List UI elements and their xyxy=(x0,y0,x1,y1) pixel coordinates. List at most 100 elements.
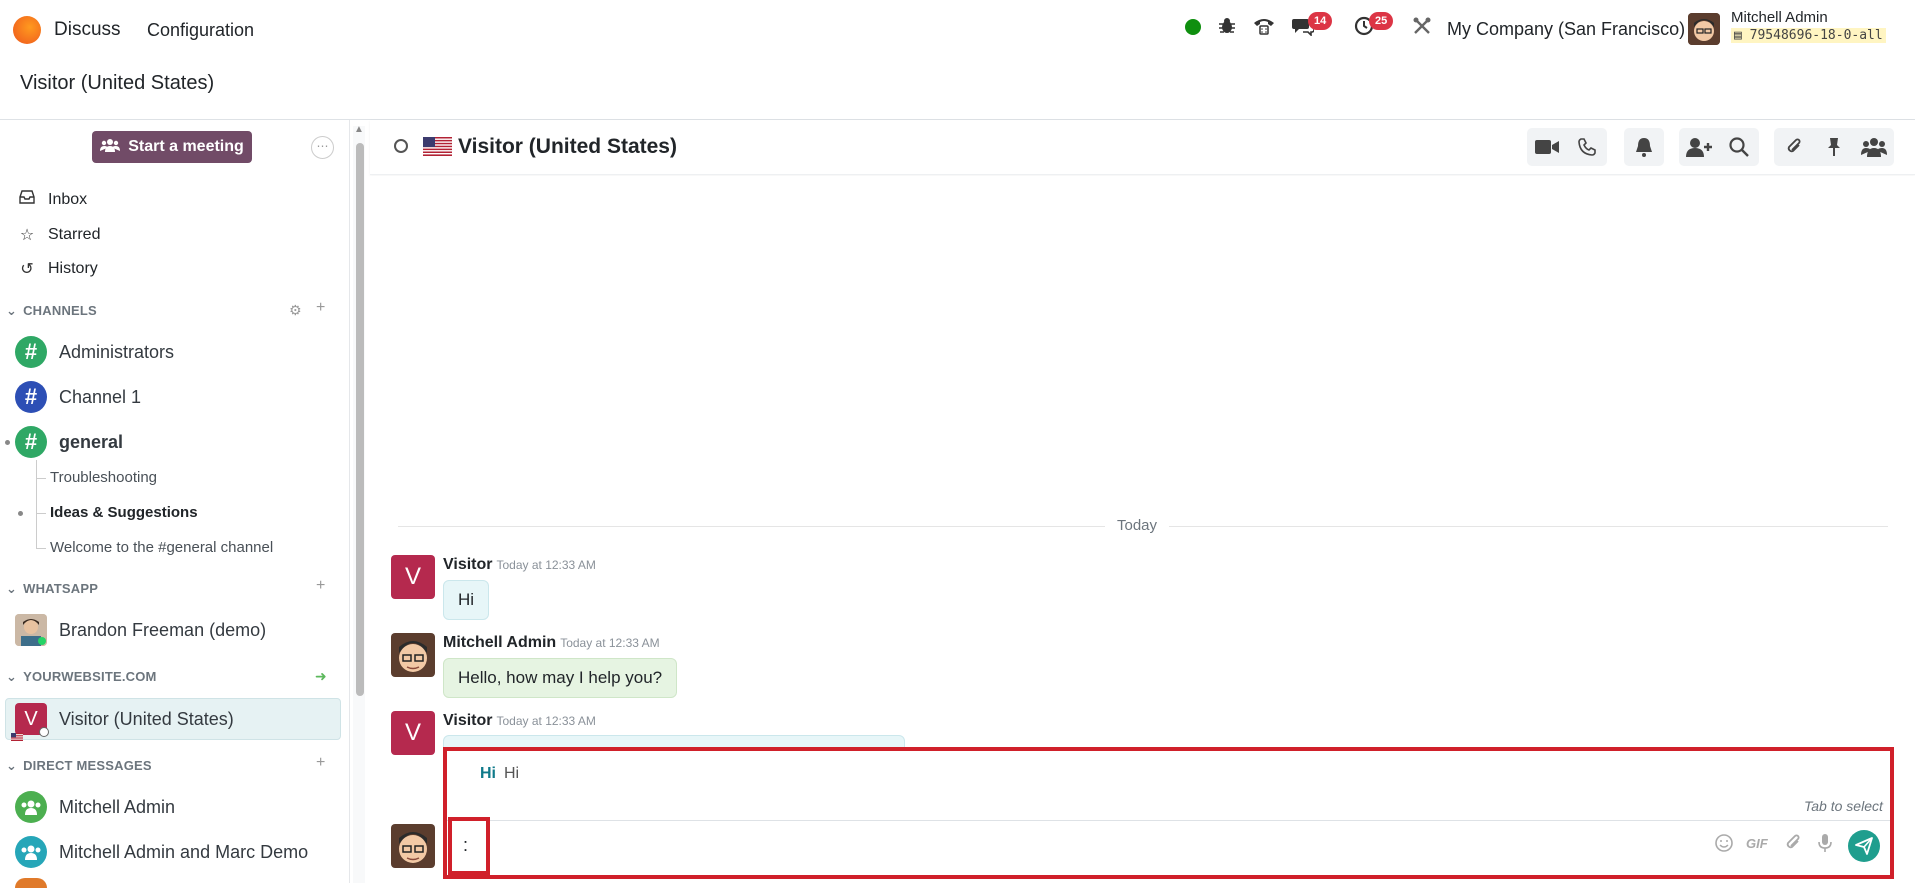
user-avatar[interactable] xyxy=(1688,13,1720,45)
contact-avatar xyxy=(15,614,47,646)
scroll-up-arrow-icon[interactable]: ▲ xyxy=(354,124,364,135)
section-title: CHANNELS xyxy=(23,303,97,318)
more-options-icon[interactable]: ⋯ xyxy=(311,136,334,159)
messages-count-badge: 14 xyxy=(1308,12,1333,30)
channel-item-administrators[interactable]: # Administrators xyxy=(15,336,174,368)
status-online-icon[interactable] xyxy=(1185,19,1201,35)
thread-title[interactable]: Visitor (United States) xyxy=(458,135,677,159)
tree-tick xyxy=(36,478,46,479)
notification-button-group xyxy=(1624,128,1664,166)
channel-item-general[interactable]: # general xyxy=(15,426,123,458)
add-whatsapp-plus-icon[interactable]: + xyxy=(316,577,325,595)
menu-configuration[interactable]: Configuration xyxy=(147,20,254,41)
suggestion-shortcut: Hi xyxy=(480,765,496,782)
sub-channel-welcome[interactable]: Welcome to the #general channel xyxy=(50,539,273,556)
users-group-icon xyxy=(15,836,47,868)
send-icon[interactable] xyxy=(1848,830,1880,862)
thread-actions-group xyxy=(1774,128,1894,166)
whatsapp-contact-item[interactable]: Brandon Freeman (demo) xyxy=(15,614,266,646)
visitor-avatar[interactable]: V xyxy=(391,711,435,755)
offline-status-icon xyxy=(394,139,408,153)
us-flag-icon xyxy=(11,728,23,741)
message-bubble: Hello, how may I help you? xyxy=(443,658,678,698)
channel-label: general xyxy=(59,431,124,452)
hash-channel-icon: # xyxy=(15,336,47,368)
next-dm-avatar xyxy=(15,878,47,888)
activities-count-badge: 25 xyxy=(1369,12,1394,30)
tree-tick xyxy=(36,513,46,514)
debug-bug-icon[interactable] xyxy=(1217,16,1237,42)
attachment-paperclip-icon[interactable] xyxy=(1784,833,1802,858)
top-navbar: Discuss Configuration 14 25 My Company (… xyxy=(0,0,1915,58)
direct-messages-section-header[interactable]: ⌄ DIRECT MESSAGES xyxy=(6,758,152,774)
message-timestamp: Today at 12:33 AM xyxy=(496,714,596,728)
tools-icon[interactable] xyxy=(1412,16,1432,42)
channel-item-channel-1[interactable]: # Channel 1 xyxy=(15,381,141,413)
history-icon: ↺ xyxy=(20,261,34,278)
channel-settings-gear-icon[interactable]: ⚙ xyxy=(289,302,302,319)
phone-icon[interactable] xyxy=(1253,16,1275,42)
visitor-avatar[interactable]: V xyxy=(391,555,435,599)
sidebar-item-label: Inbox xyxy=(48,190,88,208)
phone-call-icon[interactable] xyxy=(1567,128,1607,166)
dm-item-mitchell-marc[interactable]: Mitchell Admin and Marc Demo xyxy=(15,836,308,868)
app-name[interactable]: Discuss xyxy=(54,19,121,41)
website-section-header[interactable]: ⌄ YOURWEBSITE.COM xyxy=(6,669,157,685)
sidebar-scroll-thumb[interactable] xyxy=(356,143,364,696)
chevron-down-icon: ⌄ xyxy=(6,303,18,318)
paperclip-icon[interactable] xyxy=(1774,128,1814,166)
discuss-logo-icon[interactable] xyxy=(13,16,41,44)
control-panel xyxy=(0,58,1915,120)
message-author: Visitor Today at 12:33 AM xyxy=(443,712,596,730)
start-meeting-button[interactable]: Start a meeting xyxy=(92,131,252,163)
sidebar-item-history[interactable]: ↺ History xyxy=(18,259,97,279)
sidebar-item-starred[interactable]: ☆ Starred xyxy=(18,225,101,245)
hash-channel-icon: # xyxy=(15,381,47,413)
composer-input-highlight xyxy=(448,817,490,875)
add-dm-plus-icon[interactable]: + xyxy=(316,754,325,772)
dm-label: Mitchell Admin and Marc Demo xyxy=(59,841,309,862)
visitor-label: Visitor (United States) xyxy=(59,708,234,729)
suggestion-text: Hi xyxy=(504,765,520,782)
gif-icon[interactable]: GIF xyxy=(1746,836,1768,851)
channel-label: Channel 1 xyxy=(59,386,142,407)
microphone-icon[interactable] xyxy=(1818,833,1832,858)
bell-icon[interactable] xyxy=(1624,128,1664,166)
section-title: YOURWEBSITE.COM xyxy=(23,669,157,684)
message-composer[interactable] xyxy=(447,820,1890,874)
channels-section-header[interactable]: ⌄ CHANNELS xyxy=(6,303,97,319)
unread-indicator xyxy=(18,511,23,516)
dm-item-mitchell-admin[interactable]: Mitchell Admin xyxy=(15,791,175,823)
user-name[interactable]: Mitchell Admin xyxy=(1731,9,1828,26)
join-sign-in-icon[interactable]: ➜ xyxy=(315,668,327,685)
unread-indicator xyxy=(5,440,10,445)
sub-channel-ideas[interactable]: Ideas & Suggestions xyxy=(50,504,198,521)
channel-label: Administrators xyxy=(59,341,175,362)
message-timestamp: Today at 12:33 AM xyxy=(496,558,596,572)
database-name: ▤ 79548696-18-0-all xyxy=(1731,28,1886,43)
whatsapp-section-header[interactable]: ⌄ WHATSAPP xyxy=(6,581,98,597)
offline-status-icon xyxy=(39,727,49,737)
message-author: Mitchell Admin Today at 12:33 AM xyxy=(443,634,660,652)
add-user-icon[interactable] xyxy=(1679,128,1719,166)
call-button-group xyxy=(1527,128,1607,166)
emoji-icon[interactable] xyxy=(1714,833,1734,858)
add-channel-plus-icon[interactable]: + xyxy=(316,299,325,317)
tree-tick xyxy=(36,548,46,549)
database-icon: ▤ xyxy=(1734,28,1750,43)
video-call-icon[interactable] xyxy=(1527,128,1567,166)
members-icon[interactable] xyxy=(1854,128,1894,166)
section-title: DIRECT MESSAGES xyxy=(23,758,152,773)
composer-user-avatar xyxy=(391,824,435,868)
hash-channel-icon: # xyxy=(15,426,47,458)
sidebar-item-inbox[interactable]: Inbox xyxy=(18,190,87,209)
mitchell-avatar[interactable] xyxy=(391,633,435,677)
suggestion-item[interactable]: Hi Hi xyxy=(480,765,519,783)
dm-label: Mitchell Admin xyxy=(59,796,176,817)
pin-icon[interactable] xyxy=(1814,128,1854,166)
sub-channel-troubleshooting[interactable]: Troubleshooting xyxy=(50,469,157,486)
search-icon[interactable] xyxy=(1719,128,1759,166)
author-name: Mitchell Admin xyxy=(443,634,557,651)
author-name: Visitor xyxy=(443,712,493,729)
company-switcher[interactable]: My Company (San Francisco) xyxy=(1447,19,1685,40)
